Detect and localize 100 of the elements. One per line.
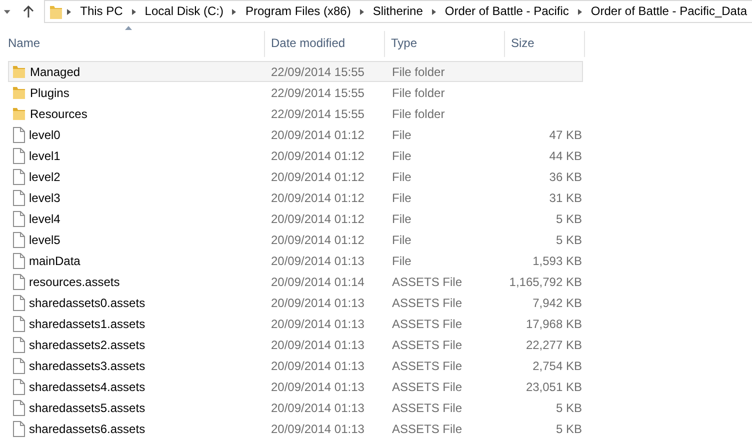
date-cell-text: 20/09/2014 01:12 (270, 232, 366, 248)
folder-icon (12, 106, 26, 120)
file-row[interactable]: Managed 22/09/2014 15:55 File folder (8, 61, 583, 82)
type-cell-text: File (391, 210, 412, 228)
size-cell-text: 5 KB (554, 210, 582, 228)
size-cell-text: 31 KB (548, 190, 582, 206)
file-name: sharedassets6.assets (29, 420, 146, 438)
date-cell-text: 20/09/2014 01:13 (270, 420, 366, 438)
file-row[interactable]: sharedassets0.assets 20/09/2014 01:13 ASSETS File 7,942 KB (8, 292, 583, 313)
column-header[interactable]: Name (0, 31, 265, 57)
date-cell-text: 20/09/2014 01:12 (270, 168, 366, 186)
file-icon (12, 168, 25, 184)
file-row[interactable]: resources.assets 20/09/2014 01:14 ASSETS File 1,165,792 KB (8, 271, 583, 292)
type-cell-text: ASSETS File (391, 420, 464, 438)
date-cell-text: 22/09/2014 15:55 (270, 106, 366, 122)
file-row[interactable]: sharedassets3.assets 20/09/2014 01:13 ASSETS File 2,754 KB (8, 355, 583, 376)
size-cell-text: 5 KB (554, 400, 582, 416)
file-name: level5 (29, 232, 60, 248)
type-cell-text: File (391, 126, 412, 144)
file-icon (12, 190, 25, 206)
file-icon (12, 294, 25, 310)
file-name: Resources (30, 106, 88, 122)
file-row[interactable]: sharedassets6.assets 20/09/2014 01:13 ASSETS File 5 KB (8, 418, 583, 439)
file-name: level2 (29, 168, 60, 186)
type-cell-text: File (391, 148, 412, 164)
file-row[interactable]: level2 20/09/2014 01:12 File 36 KB (8, 166, 583, 187)
folder-icon (12, 64, 26, 78)
breadcrumb-item[interactable]: This PC (75, 1, 128, 22)
type-cell-text: File folder (391, 106, 446, 122)
breadcrumb-item[interactable]: Slitherine (368, 1, 428, 22)
date-cell-text: 20/09/2014 01:13 (270, 400, 366, 416)
size-cell-text: 2,754 KB (532, 358, 582, 374)
type-cell-text: ASSETS File (391, 316, 464, 332)
chevron-icon[interactable] (65, 8, 74, 16)
date-cell-text: 20/09/2014 01:13 (270, 358, 366, 374)
date-cell-text: 20/09/2014 01:12 (270, 148, 366, 164)
column-header[interactable]: Size (505, 31, 585, 57)
date-cell-text: 20/09/2014 01:13 (270, 316, 366, 332)
type-cell-text: ASSETS File (391, 378, 464, 396)
date-cell-text: 22/09/2014 15:55 (270, 84, 366, 102)
date-cell-text: 20/09/2014 01:12 (270, 126, 366, 144)
folder-icon (49, 4, 64, 20)
file-row[interactable]: sharedassets5.assets 20/09/2014 01:13 ASSETS File 5 KB (8, 397, 583, 418)
type-cell-text: File (391, 232, 412, 248)
breadcrumb-item[interactable]: Order of Battle - Pacific_Data (586, 1, 752, 22)
sort-arrow-icon (125, 26, 132, 30)
file-row[interactable]: sharedassets1.assets 20/09/2014 01:13 ASSETS File 17,968 KB (8, 313, 583, 334)
file-row[interactable]: level1 20/09/2014 01:12 File 44 KB (8, 145, 583, 166)
file-row[interactable]: Plugins 22/09/2014 15:55 File folder (8, 82, 583, 103)
date-cell-text: 20/09/2014 01:13 (270, 252, 366, 270)
file-name: mainData (29, 252, 80, 270)
file-name: Managed (30, 64, 80, 80)
date-cell-text: 20/09/2014 01:12 (270, 210, 366, 228)
size-cell-text: 5 KB (554, 232, 582, 248)
date-cell-text: 22/09/2014 15:55 (270, 64, 366, 80)
file-row[interactable]: level5 20/09/2014 01:12 File 5 KB (8, 229, 583, 250)
type-cell-text: File (391, 252, 412, 270)
type-cell-text: ASSETS File (391, 294, 464, 312)
size-cell-text: 1,593 KB (532, 252, 582, 270)
type-cell-text: ASSETS File (391, 336, 464, 354)
file-row[interactable]: level4 20/09/2014 01:12 File 5 KB (8, 208, 583, 229)
folder-icon (12, 86, 26, 100)
file-row[interactable]: level3 20/09/2014 01:12 File 31 KB (8, 187, 583, 208)
breadcrumb-item[interactable]: Local Disk (C:) (140, 1, 228, 22)
file-icon (12, 252, 25, 268)
dropdown-icon[interactable] (3, 8, 12, 14)
size-cell-text: 23,051 KB (524, 378, 582, 396)
breadcrumb-item[interactable]: Program Files (x86) (240, 1, 356, 22)
chevron-icon[interactable] (130, 8, 138, 16)
file-name: sharedassets2.assets (29, 336, 146, 354)
size-cell-text: 5 KB (554, 420, 582, 438)
chevron-icon[interactable] (230, 8, 238, 16)
file-icon (12, 148, 25, 164)
date-cell-text: 20/09/2014 01:13 (270, 378, 366, 396)
file-icon (12, 126, 25, 142)
file-icon (12, 336, 25, 352)
chevron-icon[interactable] (576, 8, 584, 16)
breadcrumb-item[interactable]: Order of Battle - Pacific (440, 1, 574, 22)
chevron-icon[interactable] (430, 8, 438, 16)
file-row[interactable]: level0 20/09/2014 01:12 File 47 KB (8, 124, 583, 145)
file-name: resources.assets (29, 274, 120, 290)
file-name: level1 (29, 148, 60, 164)
file-row[interactable]: mainData 20/09/2014 01:13 File 1,593 KB (8, 250, 583, 271)
file-row[interactable]: Resources 22/09/2014 15:55 File folder (8, 103, 583, 124)
size-cell-text: 1,165,792 KB (508, 274, 582, 290)
file-name: level4 (29, 210, 60, 228)
size-cell-text: 22,277 KB (524, 336, 582, 354)
column-header[interactable]: Type (385, 31, 505, 57)
type-cell-text: File (391, 190, 412, 206)
up-arrow-icon[interactable] (23, 4, 34, 18)
file-row[interactable]: sharedassets4.assets 20/09/2014 01:13 ASSETS File 23,051 KB (8, 376, 583, 397)
file-icon (12, 400, 25, 416)
column-header[interactable]: Date modified (265, 31, 385, 57)
size-cell-text: 44 KB (548, 148, 582, 164)
type-cell-text: ASSETS File (391, 274, 464, 290)
size-cell-text: 36 KB (548, 168, 582, 186)
file-row[interactable]: sharedassets2.assets 20/09/2014 01:13 ASSETS File 22,277 KB (8, 334, 583, 355)
type-cell-text: File folder (391, 64, 446, 80)
chevron-icon[interactable] (358, 8, 366, 16)
size-cell-text: 47 KB (548, 126, 582, 144)
